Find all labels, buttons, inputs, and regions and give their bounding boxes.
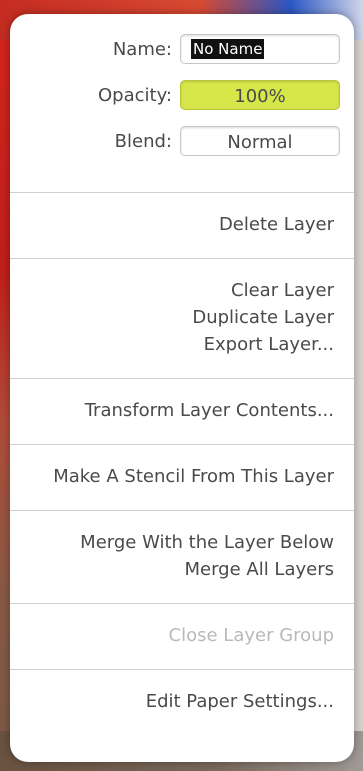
section-merge: Merge With the Layer Below Merge All Lay… xyxy=(10,511,354,604)
opacity-field[interactable]: 100% xyxy=(180,80,340,110)
name-label: Name: xyxy=(112,39,172,60)
merge-all-layers-item[interactable]: Merge All Layers xyxy=(30,556,334,583)
name-value[interactable]: No Name xyxy=(191,39,265,59)
section-layer-actions: Clear Layer Duplicate Layer Export Layer… xyxy=(10,259,354,379)
export-layer-item[interactable]: Export Layer... xyxy=(30,331,334,358)
delete-layer-item[interactable]: Delete Layer xyxy=(30,211,334,238)
blend-row: Blend: Normal xyxy=(10,126,354,158)
section-delete: Delete Layer xyxy=(10,193,354,259)
layer-properties: Name: No Name Opacity: 100% Blend: Norma… xyxy=(10,14,354,193)
edit-paper-settings-item[interactable]: Edit Paper Settings... xyxy=(30,688,334,715)
transform-layer-contents-item[interactable]: Transform Layer Contents... xyxy=(30,397,334,424)
section-transform: Transform Layer Contents... xyxy=(10,379,354,445)
blend-mode-select[interactable]: Normal xyxy=(180,126,340,156)
opacity-value: 100% xyxy=(234,86,286,107)
duplicate-layer-item[interactable]: Duplicate Layer xyxy=(30,304,334,331)
layer-options-popover: Name: No Name Opacity: 100% Blend: Norma… xyxy=(10,14,354,762)
blend-value: Normal xyxy=(227,132,293,153)
blend-label: Blend: xyxy=(114,131,172,152)
section-group: Close Layer Group xyxy=(10,604,354,670)
close-layer-group-item: Close Layer Group xyxy=(168,625,334,646)
make-stencil-item[interactable]: Make A Stencil From This Layer xyxy=(30,463,334,490)
name-row: Name: No Name xyxy=(10,34,354,66)
section-stencil: Make A Stencil From This Layer xyxy=(10,445,354,511)
opacity-row: Opacity: 100% xyxy=(10,80,354,112)
name-field[interactable]: No Name xyxy=(180,34,340,64)
merge-with-below-item[interactable]: Merge With the Layer Below xyxy=(30,529,334,556)
section-paper: Edit Paper Settings... xyxy=(10,670,354,735)
clear-layer-item[interactable]: Clear Layer xyxy=(30,277,334,304)
opacity-label: Opacity: xyxy=(98,85,172,106)
